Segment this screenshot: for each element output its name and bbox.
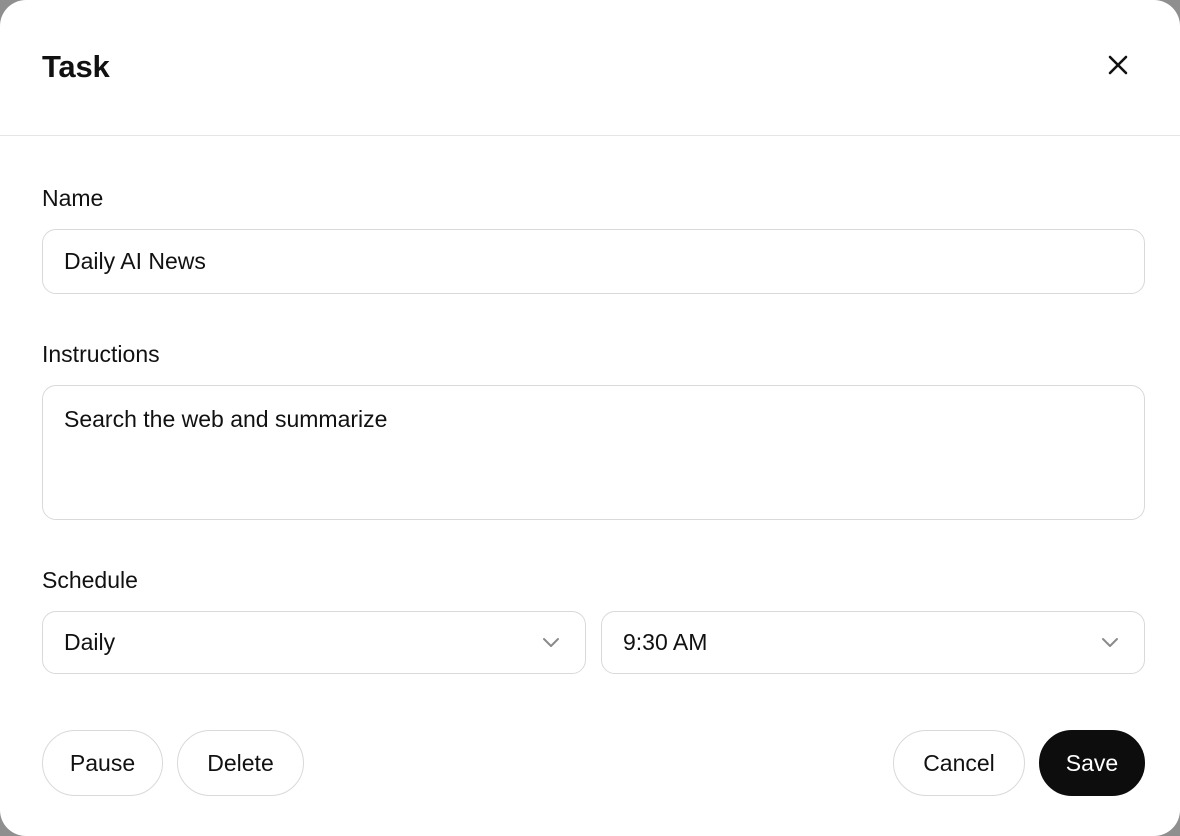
instructions-textarea[interactable]: Search the web and summarize bbox=[42, 385, 1145, 520]
name-input[interactable] bbox=[42, 229, 1145, 294]
task-dialog: Task Name Instructions Search the web an… bbox=[0, 0, 1180, 836]
dialog-title: Task bbox=[42, 49, 110, 84]
save-button[interactable]: Save bbox=[1039, 730, 1145, 796]
name-label: Name bbox=[42, 185, 104, 211]
chevron-down-icon bbox=[1100, 634, 1120, 650]
frequency-value: Daily bbox=[64, 629, 116, 655]
schedule-label: Schedule bbox=[42, 567, 138, 593]
dialog-header: Task bbox=[0, 0, 1180, 136]
time-select[interactable]: 9:30 AM bbox=[601, 611, 1145, 674]
chevron-down-icon bbox=[541, 634, 561, 650]
cancel-button[interactable]: Cancel bbox=[893, 730, 1025, 796]
frequency-select[interactable]: Daily bbox=[42, 611, 586, 674]
close-button[interactable] bbox=[1098, 46, 1138, 86]
time-value: 9:30 AM bbox=[623, 629, 708, 655]
close-icon bbox=[1107, 54, 1129, 79]
instructions-label: Instructions bbox=[42, 341, 160, 367]
delete-button[interactable]: Delete bbox=[177, 730, 304, 796]
pause-button[interactable]: Pause bbox=[42, 730, 163, 796]
